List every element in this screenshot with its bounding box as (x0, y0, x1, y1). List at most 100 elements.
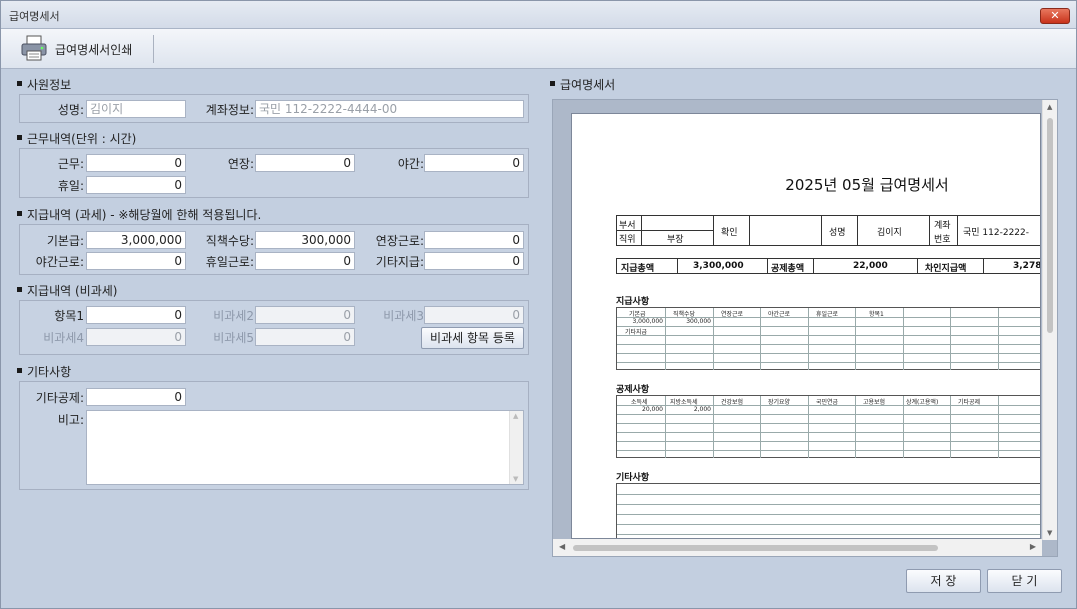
ded-header-3: 장기요양 (768, 399, 791, 406)
holiday-work-field[interactable]: 0 (255, 252, 355, 270)
pay-header-3: 야간근로 (768, 311, 791, 318)
employee-group: 성명: 김이지 계좌정보: 국민 112-2222-4444-00 (19, 94, 529, 123)
bank-label-1: 계좌 (934, 221, 951, 231)
ded-header-4: 국민연금 (816, 399, 839, 406)
other-pay-label: 기타지급: (375, 255, 424, 269)
nontax-item2-label: 비과세2 (213, 309, 254, 323)
preview-vertical-thumb[interactable] (1047, 118, 1053, 333)
doc-name-label: 성명 (829, 228, 846, 238)
print-payslip-button[interactable]: 급여명세서인쇄 (19, 33, 140, 65)
nontax-item4-label: 비과세4 (43, 331, 84, 345)
pay-header-5: 항목1 (869, 311, 884, 318)
total-deduction-value: 22,000 (853, 261, 888, 271)
title-bar: 급여명세서 ✕ (1, 1, 1076, 29)
work-group: 근무: 0 연장: 0 야간: 0 휴일: 0 (19, 148, 529, 198)
night-field[interactable]: 0 (424, 154, 524, 172)
remark-scrollbar[interactable]: ▲ ▼ (509, 411, 523, 484)
preview-scroll-up-icon[interactable]: ▲ (1047, 103, 1052, 111)
taxable-section-title: 지급내역 (과세) - ※해당월에 한해 적용됩니다. (17, 206, 261, 223)
pay-grid: 기본급 직책수당 연장근로 야간근로 휴일근로 항목1 3,000,000 30… (616, 307, 1040, 370)
nontax-item5-field[interactable]: 0 (255, 328, 355, 346)
etc-doc-grid (616, 483, 1040, 538)
taxable-group: 기본급: 3,000,000 직책수당: 300,000 연장근로: 0 야간근… (19, 224, 529, 275)
scroll-up-icon[interactable]: ▲ (513, 412, 518, 420)
holiday-work-label: 휴일근로: (205, 255, 254, 269)
base-pay-field[interactable]: 3,000,000 (86, 231, 186, 249)
print-payslip-label: 급여명세서인쇄 (55, 42, 133, 57)
other-deduction-label: 기타공제: (35, 391, 84, 405)
doc-name-value: 김이지 (877, 228, 902, 238)
pay-header-0: 기본급 (629, 311, 646, 318)
net-pay-value: 3,278 (1013, 261, 1041, 271)
ded-header-7: 기타공제 (958, 399, 981, 406)
etc-group: 기타공제: 0 비고: ▲ ▼ (19, 381, 529, 490)
base-pay-label: 기본급: (46, 234, 84, 248)
holiday-field[interactable]: 0 (86, 176, 186, 194)
ded-header-6: 상계(고용액) (906, 399, 939, 406)
ded-header-2: 건강보험 (721, 399, 744, 406)
work-label: 근무: (57, 157, 84, 171)
toolbar: 급여명세서인쇄 (1, 29, 1076, 69)
nontax-item5-label: 비과세5 (213, 331, 254, 345)
nontax-item2-field[interactable]: 0 (255, 306, 355, 324)
night-work-field[interactable]: 0 (86, 252, 186, 270)
other-deduction-field[interactable]: 0 (86, 388, 186, 406)
preview-scroll-left-icon[interactable]: ◀ (559, 542, 565, 551)
nontax-item4-field[interactable]: 0 (86, 328, 186, 346)
work-field[interactable]: 0 (86, 154, 186, 172)
work-section-title: 근무내역(단위 : 시간) (17, 130, 136, 147)
pay-header-2: 연장근로 (721, 311, 744, 318)
pay-value-0: 3,000,000 (632, 318, 663, 325)
dept-label: 부서 (619, 221, 636, 231)
preview-horizontal-scrollbar[interactable]: ◀ ▶ (553, 539, 1042, 556)
nontax-item3-label: 비과세3 (383, 309, 424, 323)
other-pay-field[interactable]: 0 (424, 252, 524, 270)
nontax-item3-field[interactable]: 0 (424, 306, 524, 324)
printer-icon (19, 33, 49, 66)
overtime-work-label: 연장근로: (375, 234, 424, 248)
preview-horizontal-thumb[interactable] (573, 545, 938, 551)
overtime-label: 연장: (227, 157, 254, 171)
preview-viewer[interactable]: 2025년 05월 급여명세서 부서 직위 부장 확인 성명 김이지 계좌 번호 (552, 99, 1058, 557)
preview-vertical-scrollbar[interactable]: ▲ ▼ (1042, 100, 1057, 540)
nontax-item1-field[interactable]: 0 (86, 306, 186, 324)
account-field[interactable]: 국민 112-2222-4444-00 (255, 100, 524, 118)
window-title: 급여명세서 (9, 10, 60, 23)
totals-row: 지급총액 3,300,000 공제총액 22,000 차인지급액 3,278 (616, 258, 1041, 274)
holiday-label: 휴일: (57, 179, 84, 193)
night-label: 야간: (397, 157, 424, 171)
bank-label-2: 번호 (934, 235, 951, 245)
deduction-grid: 소득세 지방소득세 건강보험 장기요양 국민연금 고용보험 상계(고용액) 기타… (616, 395, 1040, 458)
pay-value-1: 300,000 (686, 318, 711, 325)
save-button[interactable]: 저 장 (906, 569, 981, 593)
night-work-label: 야간근로: (35, 255, 84, 269)
employee-section-title: 사원정보 (17, 76, 71, 93)
overtime-work-field[interactable]: 0 (424, 231, 524, 249)
close-button[interactable]: 닫 기 (987, 569, 1062, 593)
close-window-button[interactable]: ✕ (1040, 8, 1070, 24)
duty-allowance-label: 직책수당: (205, 234, 254, 248)
net-pay-label: 차인지급액 (925, 264, 967, 274)
remark-textarea[interactable]: ▲ ▼ (86, 410, 524, 485)
bank-value: 국민 112-2222- (963, 228, 1029, 238)
payslip-window: 급여명세서 ✕ 급여명세서인쇄 사원정보 성명: 김이지 계좌정보: 국민 11… (0, 0, 1077, 609)
overtime-field[interactable]: 0 (255, 154, 355, 172)
name-label: 성명: (57, 103, 84, 117)
name-field[interactable]: 김이지 (86, 100, 186, 118)
doc-title: 2025년 05월 급여명세서 (785, 176, 949, 194)
pay-section-title: 지급사항 (616, 297, 650, 307)
total-pay-value: 3,300,000 (693, 261, 744, 271)
preview-scroll-right-icon[interactable]: ▶ (1030, 542, 1036, 551)
doc-header-table: 부서 직위 부장 확인 성명 김이지 계좌 번호 국민 112-2222- (616, 215, 1040, 246)
position-value: 부장 (667, 235, 684, 245)
duty-allowance-field[interactable]: 300,000 (255, 231, 355, 249)
register-nontax-button[interactable]: 비과세 항목 등록 (421, 327, 524, 349)
ded-value-0: 20,000 (642, 406, 663, 413)
nontax-group: 항목1 0 비과세2 0 비과세3 0 비과세4 0 비과세5 0 비과세 항목… (19, 300, 529, 355)
ded-header-5: 고용보험 (863, 399, 886, 406)
ded-header-0: 소득세 (631, 399, 648, 406)
etc-section-title: 기타사항 (17, 363, 71, 380)
account-label: 계좌정보: (205, 103, 254, 117)
preview-scroll-down-icon[interactable]: ▼ (1047, 529, 1052, 537)
scroll-down-icon[interactable]: ▼ (513, 475, 518, 483)
